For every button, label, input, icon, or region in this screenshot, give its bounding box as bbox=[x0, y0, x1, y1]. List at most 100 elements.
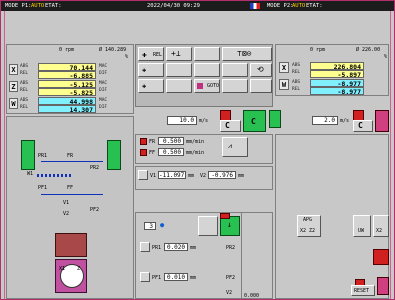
pr2-label: PR2 bbox=[226, 245, 236, 251]
v1-label: V1 bbox=[150, 173, 157, 179]
tool-left-button[interactable] bbox=[198, 216, 218, 236]
left-c-button[interactable]: C bbox=[220, 120, 241, 132]
reset-button[interactable]: RESET bbox=[351, 285, 375, 296]
right-rpm: 0 rpm bbox=[310, 47, 326, 53]
left-green-c-icon: C bbox=[251, 117, 256, 126]
goto-icon bbox=[197, 83, 203, 89]
axis-x-button[interactable]: X bbox=[9, 64, 18, 75]
v1-icon-button[interactable] bbox=[138, 170, 148, 180]
left-z-abs-field: -5.125 bbox=[38, 80, 96, 89]
v2-unit: mm bbox=[238, 173, 245, 179]
rel-button[interactable]: REL ✚ bbox=[138, 47, 164, 61]
goto-button[interactable]: GOTO bbox=[194, 79, 220, 93]
v2-field[interactable]: -0.976 bbox=[208, 171, 236, 179]
left-spindle-panel: 0 rpm Ø 140.289 % X ABS REL 70.144 -6.88… bbox=[6, 44, 134, 114]
axis-z-button[interactable]: Z bbox=[9, 81, 18, 92]
pf2-label: PF2 bbox=[226, 275, 236, 281]
cycle-counter[interactable]: 3 bbox=[144, 222, 156, 230]
left-z-dif: DIF bbox=[99, 88, 108, 93]
fr-unit: mm/min bbox=[186, 139, 205, 145]
offset-button[interactable]: ✚ bbox=[138, 79, 164, 93]
diag-pf2: PF2 bbox=[90, 207, 100, 213]
left-z-rel-field: -5.825 bbox=[38, 88, 96, 97]
diag-ff: FF bbox=[67, 185, 74, 191]
pf1-field[interactable]: 0.010 bbox=[164, 273, 188, 281]
apg-label: APG bbox=[303, 217, 313, 223]
diag-pf1: PF1 bbox=[38, 185, 48, 191]
blank-button-7[interactable] bbox=[250, 79, 272, 93]
left-feed-unit: m/s bbox=[199, 118, 209, 124]
left-x-rel-field: -6.885 bbox=[38, 71, 96, 80]
center-tool-panel: REL ✚ +⊥ ⊤⊠⊙ ✚ ⟲ ✚ GOTO bbox=[135, 44, 273, 107]
diag-v1: V1 bbox=[63, 200, 70, 206]
tool-down-button[interactable]: ↓ bbox=[220, 216, 240, 236]
axis-w-button[interactable]: W bbox=[9, 98, 18, 109]
zero-button[interactable]: ✚ bbox=[138, 63, 164, 77]
left-green-button[interactable]: C bbox=[243, 110, 266, 132]
diag-pr2: PR2 bbox=[90, 165, 100, 171]
right-axis-x-button[interactable]: X bbox=[279, 62, 289, 73]
reset-label: RESET bbox=[354, 288, 370, 294]
right-mode-label: MODE P2: bbox=[267, 3, 294, 9]
left-w-dif: DIF bbox=[99, 105, 108, 110]
left-mode-value: AUTO bbox=[31, 3, 45, 9]
right-green-tab[interactable] bbox=[269, 110, 281, 128]
right-state-label: ETAT: bbox=[306, 3, 323, 9]
right-x-rel-field: -5.897 bbox=[310, 70, 364, 79]
right-red-square[interactable] bbox=[373, 249, 389, 265]
blank-button-5[interactable] bbox=[166, 79, 192, 93]
left-feed-field[interactable]: 10.0 bbox=[167, 116, 197, 125]
tool-red-indicator bbox=[220, 213, 230, 219]
pr1-icon-button[interactable] bbox=[140, 242, 150, 252]
down-arrow-icon: ↓ bbox=[227, 220, 232, 229]
right-c-button[interactable]: C bbox=[353, 120, 373, 132]
fr-arrow bbox=[41, 161, 103, 162]
apg-button[interactable]: APG X2 Z2 bbox=[297, 215, 321, 237]
bottom-magenta-button[interactable] bbox=[377, 277, 389, 295]
blank-button-3[interactable] bbox=[194, 63, 220, 77]
diag-pr1: PR1 bbox=[38, 153, 48, 159]
right-feed-unit: m/s bbox=[340, 118, 350, 124]
right-magenta-button[interactable] bbox=[375, 110, 389, 132]
ff-indicator bbox=[140, 149, 147, 156]
fr-indicator bbox=[140, 138, 147, 145]
x2-button[interactable]: X2 bbox=[373, 215, 389, 237]
left-x-rel-label: REL bbox=[20, 71, 29, 76]
bottom-value: 0.000 bbox=[244, 293, 260, 299]
left-z-rel-label: REL bbox=[20, 88, 29, 93]
left-pct: % bbox=[125, 54, 129, 60]
v2-label: V2 bbox=[200, 173, 207, 179]
turret-icon: ⊤⊠⊙ bbox=[237, 49, 252, 58]
right-axis-w-button[interactable]: W bbox=[279, 79, 289, 90]
hatch-bar bbox=[37, 174, 71, 177]
pf1-icon-button[interactable] bbox=[140, 272, 150, 282]
left-c-icon: C bbox=[225, 121, 230, 130]
rel-button-label: REL bbox=[153, 52, 163, 58]
ff-label: FF bbox=[149, 150, 156, 156]
pattern-button[interactable]: ⩘ bbox=[222, 137, 248, 157]
blank-button-6[interactable] bbox=[222, 79, 248, 93]
left-w-abs-field: 44.998 bbox=[38, 97, 96, 106]
diag-fr: FR bbox=[67, 153, 74, 159]
fr-field[interactable]: 0.500 bbox=[158, 137, 184, 145]
diag-v2: V2 bbox=[63, 211, 70, 217]
right-w-abs-field: -8.977 bbox=[310, 79, 364, 88]
ff-field[interactable]: 0.500 bbox=[158, 148, 184, 156]
blank-button-4[interactable] bbox=[222, 63, 248, 77]
v1-field[interactable]: -11.097 bbox=[158, 171, 186, 179]
pf1-label: PF1 bbox=[152, 275, 162, 281]
right-mode-value: AUTO bbox=[292, 3, 306, 9]
uw-button[interactable]: UW bbox=[353, 215, 371, 237]
blank-button-2[interactable] bbox=[166, 63, 192, 77]
tool-turret-button[interactable]: ⊤⊠⊙ bbox=[222, 47, 272, 61]
left-w-rel-field: 14.307 bbox=[38, 105, 96, 114]
right-feed-field[interactable]: 2.0 bbox=[312, 116, 338, 125]
plus-minus-button[interactable]: +⊥ bbox=[166, 47, 192, 61]
right-c-icon: C bbox=[358, 121, 363, 130]
pr1-field[interactable]: 0.020 bbox=[164, 243, 188, 251]
rotate-icon: ⟲ bbox=[257, 65, 264, 74]
blank-button-1[interactable] bbox=[194, 47, 220, 61]
left-x-mac: MAC bbox=[99, 64, 108, 69]
left-w-rel-label: REL bbox=[20, 105, 29, 110]
rotate-button[interactable]: ⟲ bbox=[250, 63, 272, 77]
